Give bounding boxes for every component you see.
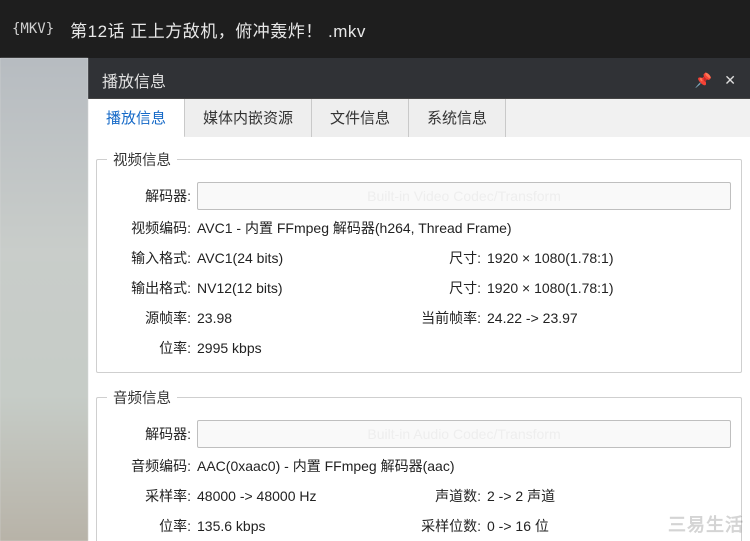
video-info-group: 视频信息 解码器: Built-in Video Codec/Transform… <box>96 149 742 373</box>
window-titlebar[interactable]: {MKV} 第12话 正上方敌机，俯冲轰炸！ .mkv <box>0 0 750 58</box>
video-output-format-value: NV12(12 bits) <box>197 280 283 296</box>
audio-bitrate-value: 135.6 kbps <box>197 518 266 534</box>
audio-bits-label: 采样位数: <box>417 516 481 536</box>
video-codec-label: 视频编码: <box>107 218 191 238</box>
playback-info-panel: 播放信息 📌 ✕ 播放信息 媒体内嵌资源 文件信息 系统信息 视频信息 解码器:… <box>88 58 750 541</box>
tab-playback-info[interactable]: 播放信息 <box>88 99 185 138</box>
tab-embedded-resources[interactable]: 媒体内嵌资源 <box>185 99 312 137</box>
pin-icon[interactable]: 📌 <box>695 72 712 89</box>
video-decoder-button[interactable]: Built-in Video Codec/Transform <box>197 182 731 210</box>
audio-channels-label: 声道数: <box>417 486 481 506</box>
tab-system-info[interactable]: 系统信息 <box>409 99 506 137</box>
video-source-fps-label: 源帧率: <box>107 308 191 328</box>
video-decoder-label: 解码器: <box>107 186 191 206</box>
audio-decoder-button[interactable]: Built-in Audio Codec/Transform <box>197 420 731 448</box>
video-source-fps-value: 23.98 <box>197 310 232 326</box>
video-output-size-value: 1920 × 1080(1.78:1) <box>487 280 614 296</box>
audio-info-group: 音频信息 解码器: Built-in Audio Codec/Transform… <box>96 387 742 541</box>
video-codec-value: AVC1 - 内置 FFmpeg 解码器(h264, Thread Frame) <box>197 218 512 238</box>
panel-title: 播放信息 <box>102 68 166 92</box>
video-input-size-value: 1920 × 1080(1.78:1) <box>487 250 614 266</box>
video-current-fps-value: 24.22 -> 23.97 <box>487 310 578 326</box>
audio-info-legend: 音频信息 <box>107 387 177 408</box>
video-current-fps-label: 当前帧率: <box>417 308 481 328</box>
tab-file-info[interactable]: 文件信息 <box>312 99 409 137</box>
tab-bar: 播放信息 媒体内嵌资源 文件信息 系统信息 <box>88 98 750 137</box>
audio-samplerate-value: 48000 -> 48000 Hz <box>197 488 316 504</box>
video-info-legend: 视频信息 <box>107 149 177 170</box>
video-output-size-label: 尺寸: <box>417 278 481 298</box>
video-bitrate-label: 位率: <box>107 338 191 358</box>
audio-channels-value: 2 -> 2 声道 <box>487 486 555 506</box>
tab-content: 视频信息 解码器: Built-in Video Codec/Transform… <box>88 137 750 541</box>
audio-decoder-label: 解码器: <box>107 424 191 444</box>
audio-bits-value: 0 -> 16 位 <box>487 516 549 536</box>
video-input-format-label: 输入格式: <box>107 248 191 268</box>
audio-codec-label: 音频编码: <box>107 456 191 476</box>
video-input-size-label: 尺寸: <box>417 248 481 268</box>
audio-samplerate-label: 采样率: <box>107 486 191 506</box>
close-icon[interactable]: ✕ <box>724 72 736 89</box>
video-preview-strip <box>0 58 88 541</box>
format-tag: {MKV} <box>12 21 54 37</box>
window-filename: 第12话 正上方敌机，俯冲轰炸！ .mkv <box>70 17 366 42</box>
video-output-format-label: 输出格式: <box>107 278 191 298</box>
video-input-format-value: AVC1(24 bits) <box>197 250 283 266</box>
audio-bitrate-label: 位率: <box>107 516 191 536</box>
audio-codec-value: AAC(0xaac0) - 内置 FFmpeg 解码器(aac) <box>197 456 455 476</box>
video-bitrate-value: 2995 kbps <box>197 340 262 356</box>
